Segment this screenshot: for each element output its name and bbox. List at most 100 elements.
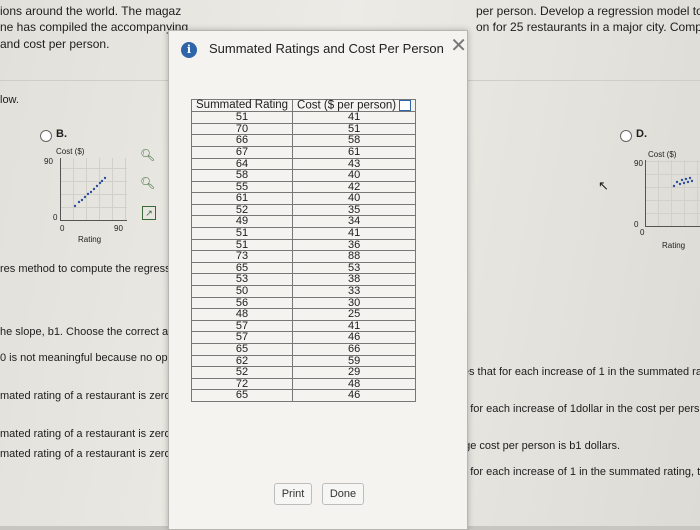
option-d-label: D. <box>636 128 647 140</box>
table-row: 64 43 <box>190 157 417 171</box>
table-row: 66 58 <box>190 134 417 147</box>
done-button[interactable]: Done <box>322 483 364 505</box>
table-row: 57 41 <box>190 319 417 333</box>
cost-cell: 41 <box>292 111 417 124</box>
rating-cell: 58 <box>190 169 294 182</box>
table-row: 65 46 <box>190 389 417 402</box>
cost-cell: 51 <box>292 122 417 136</box>
rating-cell: 51 <box>190 111 294 124</box>
rating-cell: 62 <box>190 354 294 368</box>
cost-cell: 30 <box>292 296 417 310</box>
cost-cell: 46 <box>292 389 417 402</box>
rating-cell: 65 <box>190 261 294 275</box>
question-text-line: per person. Develop a regression model t… <box>476 4 700 18</box>
cursor-arrow: ↖ <box>598 178 609 193</box>
rating-cell: 55 <box>190 180 294 194</box>
option-d-xlabel: Rating <box>662 241 686 250</box>
rating-cell: 52 <box>190 203 294 217</box>
cost-cell: 40 <box>292 169 417 182</box>
option-d-mini-chart <box>645 160 700 227</box>
cost-cell: 58 <box>292 134 417 147</box>
option-b-xtick: 90 <box>114 224 123 233</box>
table-row: 51 41 <box>190 111 417 124</box>
answer-choice-text: age cost per person is b1 dollars. <box>458 440 621 452</box>
table-row: 61 40 <box>190 192 417 205</box>
table-row: 73 88 <box>190 250 417 263</box>
rating-cell: 51 <box>190 227 294 240</box>
rating-cell: 48 <box>190 308 294 321</box>
question-text-line: on for 25 restaurants in a major city. C… <box>476 20 700 34</box>
rating-cell: 64 <box>190 157 294 171</box>
table-row: 49 34 <box>190 215 417 229</box>
option-b-ytick: 90 <box>44 157 53 166</box>
zoom-out-icon[interactable]: 🔍︎ <box>140 176 155 190</box>
option-d-radio[interactable] <box>620 130 632 142</box>
question-text-line: res method to compute the regression <box>0 263 186 275</box>
instruction-text: low. <box>0 94 19 106</box>
table-row: 58 40 <box>190 169 417 182</box>
rating-cell: 72 <box>190 377 294 391</box>
rating-cell: 52 <box>190 366 294 379</box>
cost-cell: 40 <box>292 192 417 205</box>
rating-cell: 56 <box>190 296 294 310</box>
data-table-dialog: i Summated Ratings and Cost Per Person ✕… <box>168 30 468 530</box>
cost-cell: 38 <box>292 273 417 287</box>
table-row: 70 51 <box>190 122 417 136</box>
cost-cell: 59 <box>292 354 417 368</box>
answer-choice-text: at for each increase of 1dollar in the c… <box>458 403 700 415</box>
table-row: 57 46 <box>190 331 417 344</box>
rating-cell: 57 <box>190 331 294 344</box>
cost-cell: 53 <box>292 261 417 275</box>
option-b-radio[interactable] <box>40 130 52 142</box>
option-d-ytick: 0 <box>634 220 639 229</box>
question-text-line: ions around the world. The magaz <box>0 4 182 18</box>
copy-icon[interactable] <box>399 100 412 111</box>
cost-cell: 88 <box>292 250 417 263</box>
zoom-in-icon[interactable]: 🔍︎ <box>140 148 155 162</box>
option-d-ytick: 90 <box>634 159 643 168</box>
rating-cell: 49 <box>190 215 294 229</box>
cost-cell: 46 <box>292 331 417 344</box>
question-text-line: he slope, b1. Choose the correct answe <box>0 326 194 338</box>
table-row: 72 48 <box>190 377 417 391</box>
cost-cell: 34 <box>292 215 417 229</box>
option-b-mini-chart <box>60 158 127 221</box>
rating-cell: 50 <box>190 285 294 298</box>
rating-cell: 73 <box>190 250 294 263</box>
answer-choice-text: 0 is not meaningful because no operatin <box>0 352 196 364</box>
cost-cell: 48 <box>292 377 417 391</box>
cost-cell: 36 <box>292 238 417 252</box>
option-b-xlabel: Rating <box>78 235 102 244</box>
column-header: Summated Rating <box>190 98 294 113</box>
close-icon[interactable]: ✕ <box>450 33 467 58</box>
rating-cell: 61 <box>190 192 294 205</box>
table-row: 50 33 <box>190 285 417 298</box>
rating-cell: 51 <box>190 238 294 252</box>
cost-cell: 43 <box>292 157 417 171</box>
cost-cell: 66 <box>292 343 417 356</box>
info-icon: i <box>181 42 197 58</box>
table-row: 53 38 <box>190 273 417 287</box>
rating-cell: 57 <box>190 319 294 333</box>
column-header: Cost ($ per person) <box>292 98 417 113</box>
table-row: 56 30 <box>190 296 417 310</box>
table-row: 52 35 <box>190 203 417 217</box>
answer-choice-text: lies that for each increase of 1 in the … <box>458 366 700 378</box>
cost-cell: 29 <box>292 366 417 379</box>
table-row: 48 25 <box>190 308 417 321</box>
table-row: 52 29 <box>190 366 417 379</box>
cost-cell: 42 <box>292 180 417 194</box>
cost-cell: 41 <box>292 227 417 240</box>
table-row: 55 42 <box>190 180 417 194</box>
table-row: 51 36 <box>190 238 417 252</box>
answer-choice-text: at for each increase of 1 in the summate… <box>458 466 700 478</box>
table-row: 51 41 <box>190 227 417 240</box>
rating-cell: 65 <box>190 343 294 356</box>
table-row: 65 53 <box>190 261 417 275</box>
cost-cell: 41 <box>292 319 417 333</box>
dialog-title: Summated Ratings and Cost Per Person <box>209 41 444 56</box>
expand-icon[interactable]: ↗ <box>142 206 156 220</box>
print-button[interactable]: Print <box>274 483 312 505</box>
rating-cell: 65 <box>190 389 294 402</box>
cost-cell: 33 <box>292 285 417 298</box>
